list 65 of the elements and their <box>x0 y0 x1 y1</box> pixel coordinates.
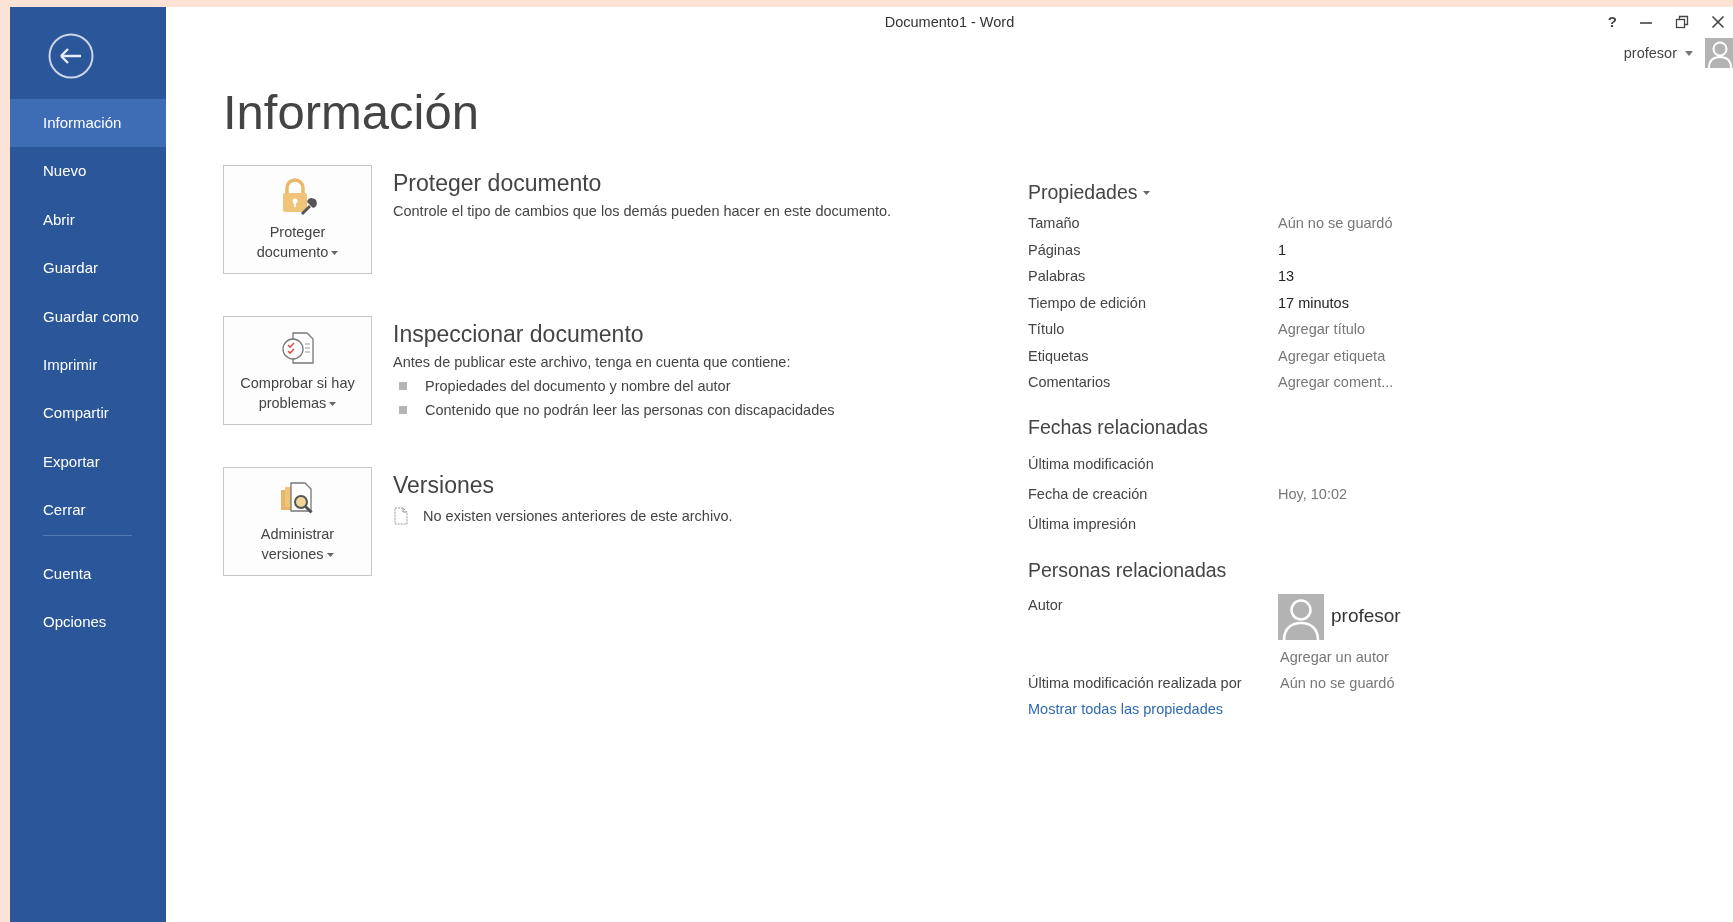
show-all-properties-link[interactable]: Mostrar todas las propiedades <box>1028 700 1448 717</box>
author-label: Autor <box>1028 595 1064 615</box>
property-value: Aún no se guardó <box>1279 674 1395 693</box>
section-button[interactable]: Proteger documento <box>223 165 372 274</box>
section-heading: Versiones <box>393 472 495 499</box>
close-icon[interactable] <box>1711 14 1725 29</box>
section-button[interactable]: Comprobar si hay problemas <box>223 316 372 425</box>
section-text: Controle el tipo de cambios que los demás pueden hacer en este documento. <box>393 203 892 219</box>
section-text: No existen versiones anteriores de este archivo. <box>423 508 733 524</box>
section-heading: Proteger documento <box>393 170 603 197</box>
dates-heading: Fechas relacionadas <box>1028 415 1209 439</box>
properties-heading[interactable]: Propiedades <box>1028 181 1138 204</box>
property-field[interactable]: Agregar coment... <box>1278 369 1394 396</box>
caret-icon[interactable] <box>1685 50 1693 56</box>
sidebar-item[interactable]: Cerrar <box>10 486 166 535</box>
bullet-text: Contenido que no podrán leer las personas con discapacidades <box>425 402 835 418</box>
caret-icon <box>326 552 334 557</box>
bullet-text: Propiedades del documento y nombre del autor <box>425 378 731 394</box>
sidebar-item[interactable]: Nuevo <box>10 147 166 196</box>
property-field[interactable]: Agregar etiqueta <box>1278 342 1386 369</box>
document-icon <box>393 507 409 525</box>
avatar-icon <box>1278 593 1324 640</box>
sidebar-item[interactable]: Cuenta <box>10 549 166 598</box>
property-label: Tamaño <box>1028 214 1081 233</box>
sidebar-item[interactable]: Opciones <box>10 597 166 647</box>
add-author-field[interactable]: Agregar un autor <box>1278 643 1401 670</box>
user-name[interactable]: profesor <box>1623 45 1677 61</box>
help-button[interactable]: ? <box>1607 13 1617 30</box>
sidebar-item[interactable]: Exportar <box>10 437 166 487</box>
property-label: Tiempo de edición <box>1028 293 1147 313</box>
property-field[interactable]: Agregar título <box>1278 316 1366 343</box>
property-value: 13 <box>1278 267 1295 286</box>
section-button[interactable]: Administrar versiones <box>223 467 372 576</box>
sidebar-item[interactable]: Guardar como <box>10 292 166 341</box>
author-name[interactable]: profesor <box>1331 603 1401 630</box>
date-value: Hoy, 10:02 <box>1278 484 1348 504</box>
property-label: Páginas <box>1028 240 1082 260</box>
property-value: 1 <box>1278 240 1287 260</box>
property-label: Título <box>1028 320 1066 339</box>
property-label: Palabras <box>1028 267 1087 286</box>
sidebar-item[interactable]: Guardar <box>10 244 166 293</box>
property-label: Etiquetas <box>1028 346 1090 366</box>
date-label: Última modificación <box>1028 454 1155 474</box>
property-label: Última modificación realizada por <box>1028 674 1243 693</box>
people-heading: Personas relacionadas <box>1028 558 1228 582</box>
date-label: Última impresión <box>1028 514 1137 534</box>
property-value: 17 minutos <box>1278 293 1349 313</box>
section-heading: Inspeccionar documento <box>393 321 645 348</box>
sidebar-item[interactable]: Imprimir <box>10 340 166 390</box>
property-label: Comentarios <box>1028 373 1112 392</box>
back-icon[interactable] <box>48 33 94 79</box>
section-text: Antes de publicar este archivo, tenga en cuenta que contiene: <box>393 354 792 370</box>
property-field[interactable]: Aún no se guardó <box>1278 210 1393 237</box>
page-title: Información <box>223 84 480 141</box>
caret-icon <box>329 401 337 406</box>
bullet-icon <box>399 406 407 414</box>
sidebar-item[interactable]: Información <box>10 99 166 148</box>
caret-icon[interactable] <box>1142 190 1150 195</box>
sidebar-item[interactable]: Abrir <box>10 195 166 245</box>
sidebar-item[interactable]: Compartir <box>10 389 166 438</box>
window-title: Documento1 - Word <box>884 14 1015 30</box>
date-label: Fecha de creación <box>1028 484 1149 504</box>
bullet-icon <box>399 382 407 390</box>
restore-icon[interactable] <box>1675 14 1689 29</box>
caret-icon <box>331 250 339 255</box>
